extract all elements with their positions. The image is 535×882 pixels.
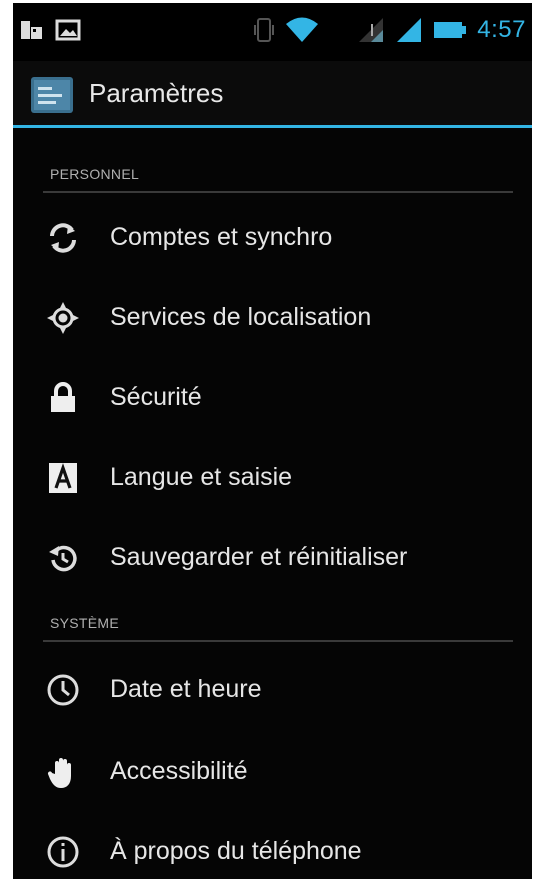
settings-item-accounts-sync[interactable]: Comptes et synchro — [13, 199, 532, 277]
settings-item-label: Accessibilité — [110, 757, 248, 785]
settings-item-security[interactable]: Sécurité — [13, 359, 532, 437]
status-notifications — [19, 17, 81, 43]
hand-icon — [45, 754, 81, 790]
wifi-icon — [285, 15, 319, 45]
status-bar: 4:57 — [13, 3, 532, 61]
section-divider — [43, 640, 513, 642]
settings-item-about-phone[interactable]: À propos du téléphone — [13, 813, 532, 879]
settings-item-label: Services de localisation — [110, 303, 372, 331]
section-header-systeme: SYSTÈME — [50, 615, 120, 631]
settings-item-date-time[interactable]: Date et heure — [13, 651, 532, 729]
vibrate-icon — [253, 15, 275, 45]
section-divider — [43, 191, 513, 193]
settings-item-label: Langue et saisie — [110, 463, 293, 491]
page-title: Paramètres — [89, 78, 224, 108]
signal-icon — [357, 16, 385, 44]
settings-item-label: Comptes et synchro — [110, 223, 333, 251]
battery-icon — [433, 19, 467, 41]
status-system-icons: 4:57 — [253, 15, 526, 45]
lock-icon — [45, 380, 81, 416]
info-icon — [45, 834, 81, 870]
sync-icon — [45, 220, 81, 256]
signal-icon — [395, 16, 423, 44]
action-bar-divider — [13, 125, 532, 128]
settings-item-accessibility[interactable]: Accessibilité — [13, 733, 532, 811]
settings-item-location[interactable]: Services de localisation — [13, 279, 532, 357]
usb-debug-icon — [19, 17, 45, 43]
picture-notification-icon — [55, 17, 81, 43]
language-icon — [45, 460, 81, 496]
settings-item-label: À propos du téléphone — [110, 837, 362, 865]
status-time: 4:57 — [477, 16, 526, 43]
phone-screen: 4:57 Paramètres PERSONNEL Comptes et syn… — [13, 3, 532, 879]
settings-item-backup-reset[interactable]: Sauvegarder et réinitialiser — [13, 519, 532, 597]
section-header-personnel: PERSONNEL — [50, 166, 140, 182]
action-bar: Paramètres — [13, 61, 532, 125]
settings-item-label: Sécurité — [110, 383, 202, 411]
settings-item-language-input[interactable]: Langue et saisie — [13, 439, 532, 517]
settings-app-icon[interactable] — [30, 75, 74, 115]
clock-icon — [45, 672, 81, 708]
settings-item-label: Sauvegarder et réinitialiser — [110, 543, 408, 571]
settings-item-label: Date et heure — [110, 675, 262, 703]
location-icon — [45, 300, 81, 336]
backup-restore-icon — [45, 540, 81, 576]
